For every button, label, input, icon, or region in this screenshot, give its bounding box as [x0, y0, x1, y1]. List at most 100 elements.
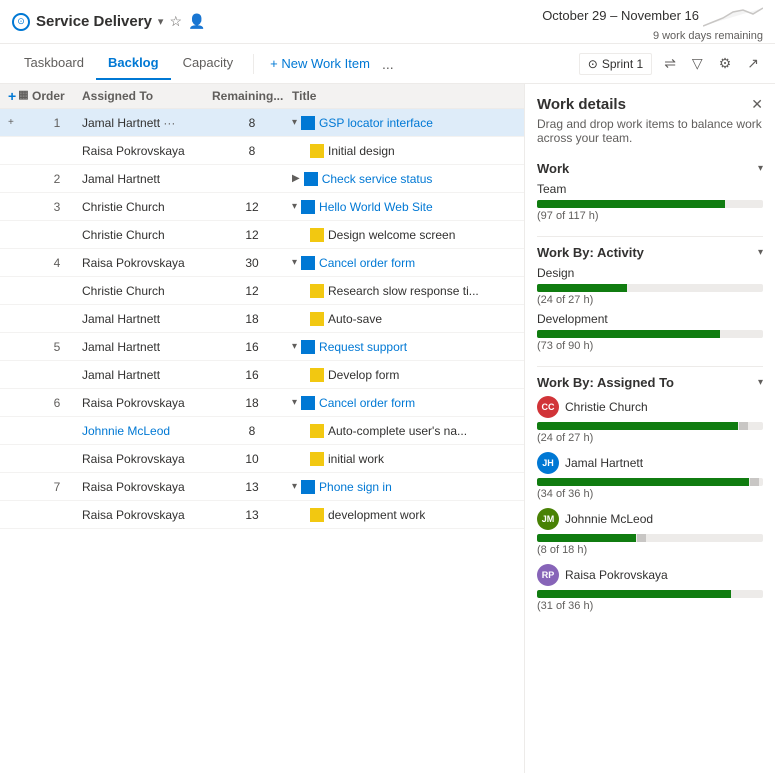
- close-panel-icon[interactable]: ✕: [751, 96, 763, 113]
- raisa-bar-fill: [537, 590, 731, 598]
- row-title-text[interactable]: Design welcome screen: [328, 228, 455, 242]
- panel-title: Work details: [537, 96, 626, 113]
- work-item-icon-blue: [301, 116, 315, 130]
- row-order: 1: [32, 116, 82, 130]
- row-expand-icon[interactable]: +: [8, 117, 32, 128]
- add-row-icon[interactable]: +: [8, 88, 16, 104]
- row-remaining: 8: [212, 424, 292, 438]
- development-progress-bar: [537, 330, 763, 338]
- work-item-icon-yellow: [310, 424, 324, 438]
- row-title-text[interactable]: Cancel order form: [319, 256, 415, 270]
- jamal-progress-label: (34 of 36 h): [537, 488, 763, 500]
- settings-filter-icon[interactable]: ⇌: [660, 53, 680, 74]
- nav-tabs: Taskboard Backlog Capacity + New Work It…: [0, 44, 775, 84]
- sprint-selector[interactable]: ⊙ Sprint 1: [579, 53, 652, 75]
- row-title-text[interactable]: Develop form: [328, 368, 399, 382]
- table-row[interactable]: 3 Christie Church 12 ▾ Hello World Web S…: [0, 193, 524, 221]
- row-title-cell: ▾ Cancel order form: [292, 256, 516, 270]
- row-title-text[interactable]: Auto-complete user's na...: [328, 424, 467, 438]
- row-title-text[interactable]: Initial design: [328, 144, 395, 158]
- team-progress-label: (97 of 117 h): [537, 210, 763, 222]
- table-row[interactable]: 7 Raisa Pokrovskaya 13 ▾ Phone sign in: [0, 473, 524, 501]
- jamal-progress-bar: [537, 478, 763, 486]
- table-row[interactable]: 6 Raisa Pokrovskaya 18 ▾ Cancel order fo…: [0, 389, 524, 417]
- table-row[interactable]: Raisa Pokrovskaya 8 Initial design: [0, 137, 524, 165]
- work-by-assigned-header[interactable]: Work By: Assigned To ▾: [537, 375, 763, 390]
- row-chevron[interactable]: ▾: [292, 257, 297, 268]
- row-chevron[interactable]: ▾: [292, 117, 297, 128]
- table-row[interactable]: 5 Jamal Hartnett 16 ▾ Request support: [0, 333, 524, 361]
- table-row[interactable]: + 1 Jamal Hartnett ··· 8 ▾ GSP locator i…: [0, 109, 524, 137]
- row-remaining: 16: [212, 368, 292, 382]
- row-title-text[interactable]: Hello World Web Site: [319, 200, 433, 214]
- row-title-text[interactable]: initial work: [328, 452, 384, 466]
- row-title-text[interactable]: Check service status: [322, 172, 433, 186]
- tab-capacity[interactable]: Capacity: [171, 47, 246, 80]
- work-by-activity-header[interactable]: Work By: Activity ▾: [537, 245, 763, 260]
- nav-right-actions: ⊙ Sprint 1 ⇌ ▽ ⚙ ↗: [579, 53, 763, 75]
- christie-bar-overflow: [739, 422, 748, 430]
- table-row[interactable]: Johnnie McLeod 8 Auto-complete user's na…: [0, 417, 524, 445]
- row-title-cell: ▾ Hello World Web Site: [292, 200, 516, 214]
- gear-icon[interactable]: ⚙: [715, 53, 736, 74]
- table-row[interactable]: Jamal Hartnett 18 Auto-save: [0, 305, 524, 333]
- tab-backlog[interactable]: Backlog: [96, 47, 171, 80]
- raisa-name: Raisa Pokrovskaya: [565, 568, 668, 582]
- row-title-text[interactable]: Auto-save: [328, 312, 382, 326]
- project-chevron-icon[interactable]: ▾: [158, 15, 164, 28]
- row-title-cell: ▾ GSP locator interface: [292, 116, 516, 130]
- table-row[interactable]: Christie Church 12 Research slow respons…: [0, 277, 524, 305]
- row-title-cell: Develop form: [292, 368, 516, 382]
- row-chevron[interactable]: ▶: [292, 173, 300, 184]
- table-row[interactable]: 4 Raisa Pokrovskaya 30 ▾ Cancel order fo…: [0, 249, 524, 277]
- tab-taskboard[interactable]: Taskboard: [12, 47, 96, 80]
- new-work-item-button[interactable]: + New Work Item: [262, 52, 378, 75]
- table-row[interactable]: Raisa Pokrovskaya 13 development work: [0, 501, 524, 529]
- christie-name: Christie Church: [565, 400, 648, 414]
- table-row[interactable]: 2 Jamal Hartnett ▶ Check service status: [0, 165, 524, 193]
- row-title-cell: Auto-save: [292, 312, 516, 326]
- row-title-cell: development work: [292, 508, 516, 522]
- row-remaining: 16: [212, 340, 292, 354]
- row-chevron[interactable]: ▾: [292, 201, 297, 212]
- grid-icon: ▦: [18, 88, 28, 104]
- row-title-text[interactable]: GSP locator interface: [319, 116, 433, 130]
- row-title-cell: Design welcome screen: [292, 228, 516, 242]
- johnnie-bar-fill: [537, 534, 636, 542]
- row-title-text[interactable]: Request support: [319, 340, 407, 354]
- row-title-text[interactable]: development work: [328, 508, 425, 522]
- work-details-panel: Work details ✕ Drag and drop work items …: [525, 84, 775, 773]
- table-header: + ▦ Order Assigned To Remaining... Title: [0, 84, 524, 109]
- row-title-text[interactable]: Cancel order form: [319, 396, 415, 410]
- row-title-text[interactable]: Phone sign in: [319, 480, 392, 494]
- row-assignee[interactable]: Johnnie McLeod: [82, 424, 212, 438]
- row-title-text[interactable]: Research slow response ti...: [328, 284, 479, 298]
- row-chevron[interactable]: ▾: [292, 481, 297, 492]
- assignee-raisa: RP Raisa Pokrovskaya (31 of 36 h): [537, 564, 763, 612]
- jamal-person-row: JH Jamal Hartnett: [537, 452, 763, 474]
- sprint-icon: ⊙: [588, 57, 598, 71]
- table-row[interactable]: Christie Church 12 Design welcome screen: [0, 221, 524, 249]
- row-assignee: Raisa Pokrovskaya: [82, 396, 212, 410]
- raisa-progress-bar: [537, 590, 763, 598]
- filter-icon[interactable]: ▽: [688, 53, 707, 74]
- row-assignee: Christie Church: [82, 200, 212, 214]
- row-remaining: 12: [212, 200, 292, 214]
- more-options-button[interactable]: ...: [378, 54, 398, 74]
- table-row[interactable]: Jamal Hartnett 16 Develop form: [0, 361, 524, 389]
- row-chevron[interactable]: ▾: [292, 397, 297, 408]
- nav-separator: [253, 54, 254, 74]
- row-chevron[interactable]: ▾: [292, 341, 297, 352]
- design-progress-bar: [537, 284, 763, 292]
- work-item-icon-yellow: [310, 144, 324, 158]
- team-icon[interactable]: 👤: [188, 13, 205, 30]
- row-assignee: Jamal Hartnett: [82, 172, 212, 186]
- header-icons: + ▦: [8, 88, 32, 104]
- favorite-icon[interactable]: ☆: [169, 13, 182, 30]
- development-progress-fill: [537, 330, 720, 338]
- expand-icon[interactable]: ↗: [743, 53, 763, 74]
- team-progress-bar: [537, 200, 763, 208]
- table-row[interactable]: Raisa Pokrovskaya 10 initial work: [0, 445, 524, 473]
- remaining-header: Remaining...: [212, 89, 292, 103]
- work-section-header[interactable]: Work ▾: [537, 161, 763, 176]
